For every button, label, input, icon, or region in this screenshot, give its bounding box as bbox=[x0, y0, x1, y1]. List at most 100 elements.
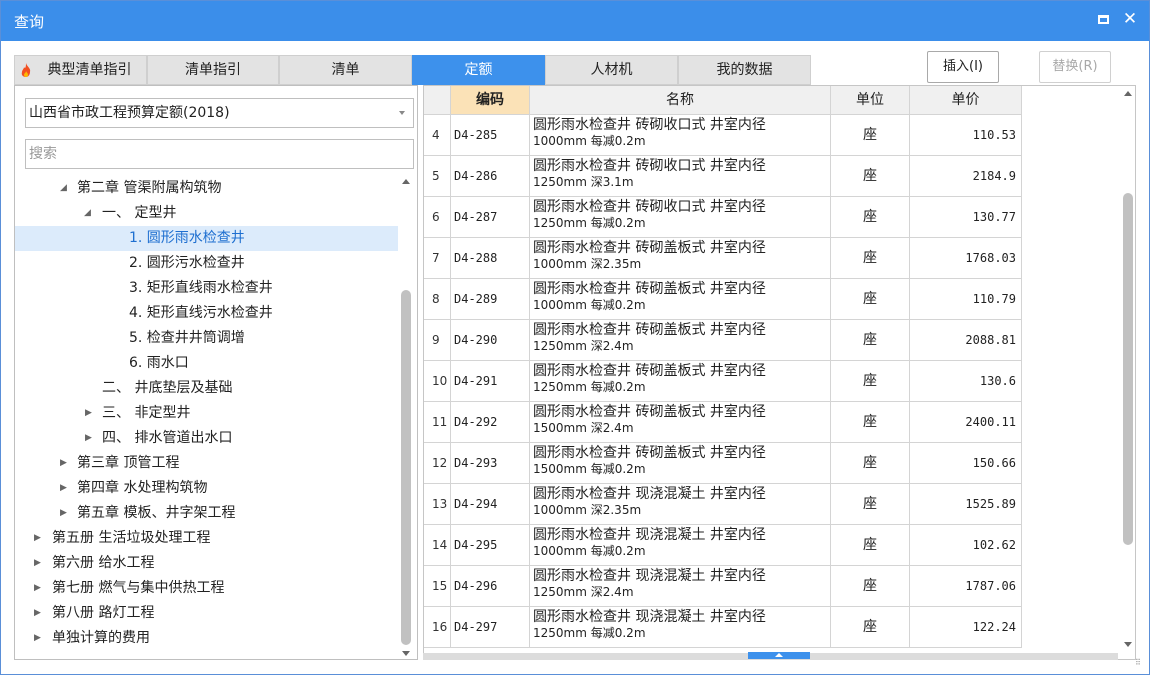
tree-node-selected[interactable]: 1. 圆形雨水检查井 bbox=[15, 226, 398, 251]
price-cell[interactable]: 2184.9 bbox=[910, 156, 1022, 197]
row-number[interactable]: 7 bbox=[424, 238, 451, 279]
tree-node[interactable]: ▶ 第三章 顶管工程 bbox=[15, 451, 398, 476]
price-cell[interactable]: 150.66 bbox=[910, 443, 1022, 484]
name-cell[interactable]: 圆形雨水检查井 砖砌盖板式 井室内径 1000mm 每减0.2m bbox=[530, 279, 831, 320]
expanded-arrow-icon[interactable]: ◢ bbox=[60, 176, 70, 201]
scroll-down-icon[interactable] bbox=[1124, 642, 1132, 647]
tree-node[interactable]: 2. 圆形污水检查井 bbox=[15, 251, 398, 276]
tree-node[interactable]: 6. 雨水口 bbox=[15, 351, 398, 376]
row-number[interactable]: 8 bbox=[424, 279, 451, 320]
collapsed-arrow-icon[interactable]: ▶ bbox=[34, 576, 44, 601]
search-input[interactable]: 搜索 bbox=[25, 139, 414, 169]
scrollbar-thumb[interactable] bbox=[401, 290, 411, 645]
name-cell[interactable]: 圆形雨水检查井 砖砌盖板式 井室内径 1500mm 每减0.2m bbox=[530, 443, 831, 484]
horizontal-scrollbar[interactable] bbox=[423, 652, 1118, 660]
tree-node[interactable]: 二、 井底垫层及基础 bbox=[15, 376, 398, 401]
tab-my-data[interactable]: 我的数据 bbox=[678, 55, 811, 85]
code-cell[interactable]: D4-292 bbox=[451, 402, 530, 443]
unit-cell[interactable]: 座 bbox=[831, 197, 910, 238]
code-cell[interactable]: D4-291 bbox=[451, 361, 530, 402]
tree-node[interactable]: 5. 检查井井筒调增 bbox=[15, 326, 398, 351]
name-cell[interactable]: 圆形雨水检查井 砖砌盖板式 井室内径 1000mm 深2.35m bbox=[530, 238, 831, 279]
collapsed-arrow-icon[interactable]: ▶ bbox=[34, 526, 44, 551]
row-number[interactable]: 15 bbox=[424, 566, 451, 607]
code-cell[interactable]: D4-293 bbox=[451, 443, 530, 484]
tree-node[interactable]: ▶ 第六册 给水工程 bbox=[15, 551, 398, 576]
row-number[interactable]: 4 bbox=[424, 115, 451, 156]
scroll-up-icon[interactable] bbox=[402, 179, 410, 184]
collapsed-arrow-icon[interactable]: ▶ bbox=[60, 451, 70, 476]
close-icon[interactable]: ✕ bbox=[1121, 9, 1139, 29]
tab-labor-material-machine[interactable]: 人材机 bbox=[545, 55, 678, 85]
price-cell[interactable]: 1787.06 bbox=[910, 566, 1022, 607]
price-cell[interactable]: 110.53 bbox=[910, 115, 1022, 156]
code-cell[interactable]: D4-296 bbox=[451, 566, 530, 607]
name-cell[interactable]: 圆形雨水检查井 砖砌盖板式 井室内径 1250mm 深2.4m bbox=[530, 320, 831, 361]
code-cell[interactable]: D4-290 bbox=[451, 320, 530, 361]
price-cell[interactable]: 130.77 bbox=[910, 197, 1022, 238]
table-scrollbar[interactable] bbox=[1121, 87, 1135, 647]
name-cell[interactable]: 圆形雨水检查井 现浇混凝土 井室内径 1000mm 深2.35m bbox=[530, 484, 831, 525]
price-cell[interactable]: 2088.81 bbox=[910, 320, 1022, 361]
tree-node[interactable]: ◢ 一、 定型井 bbox=[15, 201, 398, 226]
price-cell[interactable]: 122.24 bbox=[910, 607, 1022, 648]
row-number[interactable]: 13 bbox=[424, 484, 451, 525]
row-number[interactable]: 6 bbox=[424, 197, 451, 238]
tree-node[interactable]: ▶ 单独计算的费用 bbox=[15, 626, 398, 651]
scroll-handle-icon[interactable] bbox=[748, 652, 810, 659]
name-cell[interactable]: 圆形雨水检查井 现浇混凝土 井室内径 1000mm 每减0.2m bbox=[530, 525, 831, 566]
tree-node[interactable]: 3. 矩形直线雨水检查井 bbox=[15, 276, 398, 301]
name-cell[interactable]: 圆形雨水检查井 砖砌收口式 井室内径 1250mm 每减0.2m bbox=[530, 197, 831, 238]
tree-node[interactable]: ▶ 第七册 燃气与集中供热工程 bbox=[15, 576, 398, 601]
tree-node[interactable]: ◢ 第二章 管渠附属构筑物 bbox=[15, 176, 398, 201]
unit-cell[interactable]: 座 bbox=[831, 525, 910, 566]
unit-cell[interactable]: 座 bbox=[831, 607, 910, 648]
replace-button[interactable]: 替换(R) bbox=[1039, 51, 1111, 83]
code-cell[interactable]: D4-289 bbox=[451, 279, 530, 320]
price-cell[interactable]: 1768.03 bbox=[910, 238, 1022, 279]
collapsed-arrow-icon[interactable]: ▶ bbox=[85, 401, 95, 426]
row-number[interactable]: 5 bbox=[424, 156, 451, 197]
scroll-down-icon[interactable] bbox=[402, 651, 410, 656]
price-cell[interactable]: 110.79 bbox=[910, 279, 1022, 320]
tree-node[interactable]: ▶ 三、 非定型井 bbox=[15, 401, 398, 426]
collapsed-arrow-icon[interactable]: ▶ bbox=[60, 476, 70, 501]
expanded-arrow-icon[interactable]: ◢ bbox=[84, 201, 94, 226]
row-number[interactable]: 10 bbox=[424, 361, 451, 402]
tab-quota[interactable]: 定额 bbox=[412, 55, 545, 85]
name-cell[interactable]: 圆形雨水检查井 砖砌盖板式 井室内径 1500mm 深2.4m bbox=[530, 402, 831, 443]
code-cell[interactable]: D4-295 bbox=[451, 525, 530, 566]
unit-cell[interactable]: 座 bbox=[831, 566, 910, 607]
name-cell[interactable]: 圆形雨水检查井 现浇混凝土 井室内径 1250mm 深2.4m bbox=[530, 566, 831, 607]
tree-node[interactable]: ▶ 第四章 水处理构筑物 bbox=[15, 476, 398, 501]
maximize-icon[interactable] bbox=[1097, 13, 1111, 27]
resize-grip-icon[interactable]: ⠿ bbox=[1135, 659, 1145, 670]
tab-typical-bill-guide[interactable]: 典型清单指引 bbox=[14, 55, 147, 85]
quota-db-select[interactable]: 山西省市政工程预算定额(2018) bbox=[25, 98, 414, 128]
price-cell[interactable]: 2400.11 bbox=[910, 402, 1022, 443]
tree-node[interactable]: ▶ 第五章 模板、井字架工程 bbox=[15, 501, 398, 526]
row-number[interactable]: 14 bbox=[424, 525, 451, 566]
name-cell[interactable]: 圆形雨水检查井 现浇混凝土 井室内径 1250mm 每减0.2m bbox=[530, 607, 831, 648]
title-bar[interactable]: 查询 ✕ bbox=[1, 1, 1149, 41]
code-cell[interactable]: D4-294 bbox=[451, 484, 530, 525]
tree-scrollbar[interactable] bbox=[400, 178, 412, 658]
row-number[interactable]: 16 bbox=[424, 607, 451, 648]
unit-cell[interactable]: 座 bbox=[831, 156, 910, 197]
tree-node[interactable]: 4. 矩形直线污水检查井 bbox=[15, 301, 398, 326]
code-cell[interactable]: D4-285 bbox=[451, 115, 530, 156]
code-cell[interactable]: D4-286 bbox=[451, 156, 530, 197]
tab-bill[interactable]: 清单 bbox=[279, 55, 412, 85]
code-cell[interactable]: D4-297 bbox=[451, 607, 530, 648]
name-cell[interactable]: 圆形雨水检查井 砖砌收口式 井室内径 1250mm 深3.1m bbox=[530, 156, 831, 197]
header-unit[interactable]: 单位 bbox=[831, 86, 910, 115]
tree-node[interactable]: ▶ 四、 排水管道出水口 bbox=[15, 426, 398, 451]
unit-cell[interactable]: 座 bbox=[831, 402, 910, 443]
scrollbar-thumb[interactable] bbox=[1123, 193, 1133, 545]
header-price[interactable]: 单价 bbox=[910, 86, 1022, 115]
unit-cell[interactable]: 座 bbox=[831, 361, 910, 402]
collapsed-arrow-icon[interactable]: ▶ bbox=[34, 551, 44, 576]
unit-cell[interactable]: 座 bbox=[831, 279, 910, 320]
tree-node[interactable]: ▶ 第五册 生活垃圾处理工程 bbox=[15, 526, 398, 551]
price-cell[interactable]: 130.6 bbox=[910, 361, 1022, 402]
